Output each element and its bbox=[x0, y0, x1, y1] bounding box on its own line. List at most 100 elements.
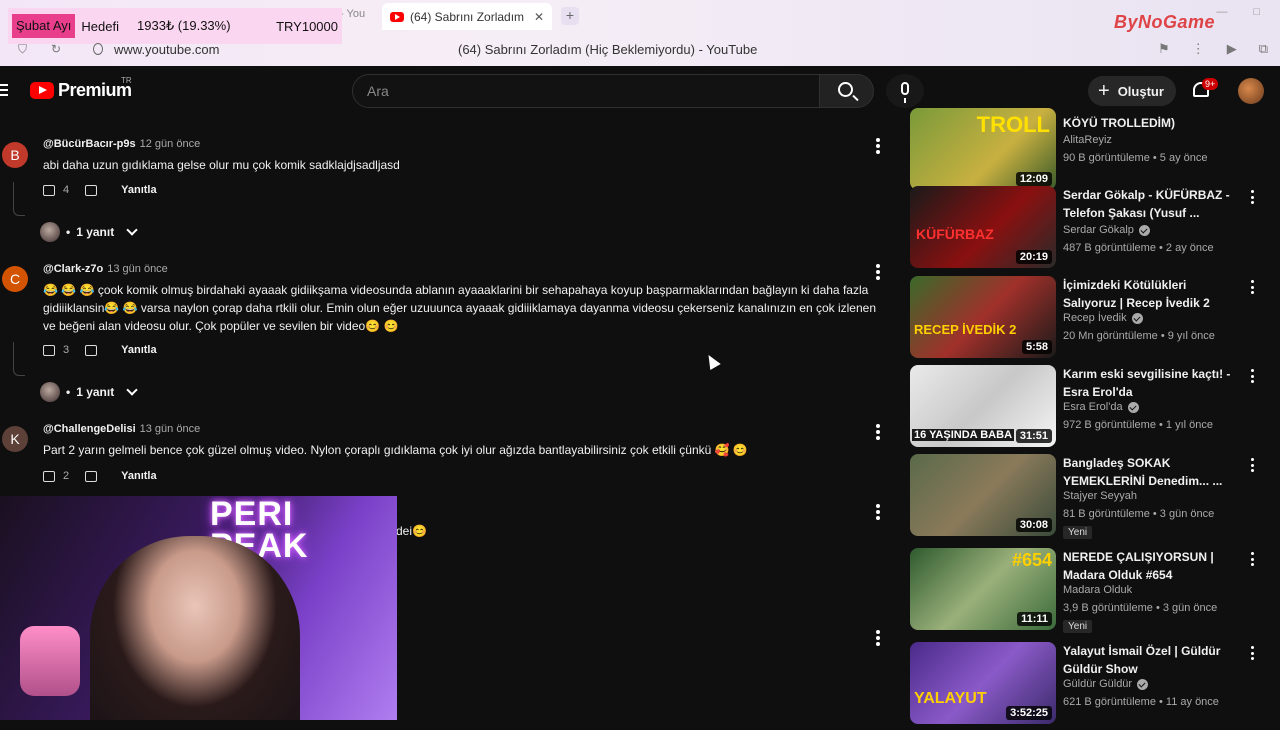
video-menu-icon[interactable] bbox=[1251, 458, 1255, 472]
tab-close-icon[interactable]: ✕ bbox=[534, 10, 544, 24]
reply-button[interactable]: Yanıtla bbox=[121, 470, 156, 482]
create-button[interactable]: + Oluştur bbox=[1088, 76, 1176, 106]
verified-icon bbox=[1127, 401, 1139, 413]
replies-count: 1 yanıt bbox=[76, 225, 115, 239]
comment-avatar[interactable]: K bbox=[2, 426, 28, 452]
comment-menu-icon[interactable] bbox=[876, 264, 880, 280]
video-title[interactable]: KÖYÜ TROLLEDİM) bbox=[1063, 114, 1243, 132]
author-name: @ChallengeDelisi bbox=[43, 423, 136, 435]
video-thumbnail[interactable]: YALAYUT 3:52:25 bbox=[910, 642, 1056, 724]
thumbnail-label: #654 bbox=[1011, 550, 1052, 570]
goal-target: TRY10000 bbox=[276, 18, 338, 34]
comment-menu-icon[interactable] bbox=[876, 424, 880, 440]
video-thumbnail[interactable]: #654 11:11 bbox=[910, 548, 1056, 630]
minimize-icon[interactable]: — bbox=[1216, 6, 1227, 18]
thumbnail-label: 16 YAŞINDA BABA bbox=[912, 429, 1015, 441]
comment-time: 13 gün önce bbox=[139, 423, 201, 435]
goal-progress: 1933₺ (19.33%) bbox=[137, 18, 231, 33]
video-duration: 11:11 bbox=[1017, 612, 1052, 626]
video-title[interactable]: Serdar Gökalp - KÜFÜRBAZ - Telefon Şakas… bbox=[1063, 186, 1243, 222]
video-item[interactable]: 16 YAŞINDA BABA 31:51 Karım eski sevgili… bbox=[910, 365, 1280, 453]
comment-author[interactable]: @BücürBacır-p9s 12 gün önce bbox=[43, 138, 200, 150]
streamer-figure bbox=[90, 536, 300, 720]
video-menu-icon[interactable] bbox=[1251, 552, 1255, 566]
menu-dots-icon[interactable]: ⋮ bbox=[1192, 41, 1205, 57]
like-icon[interactable] bbox=[43, 470, 55, 482]
video-thumbnail[interactable]: TROLL 12:09 bbox=[910, 108, 1056, 190]
notifications-button[interactable]: 9+ bbox=[1190, 78, 1219, 102]
search-button[interactable] bbox=[819, 74, 874, 108]
chevron-down-icon bbox=[126, 224, 138, 236]
new-badge: Yeni bbox=[1063, 620, 1093, 633]
voice-search-button[interactable] bbox=[886, 74, 924, 108]
comment-menu-icon[interactable] bbox=[876, 138, 880, 154]
video-item[interactable]: TROLL 12:09 KÖYÜ TROLLEDİM) AlitaReyiz 9… bbox=[910, 108, 1280, 196]
menu-icon[interactable] bbox=[0, 84, 8, 96]
comment-menu-icon[interactable] bbox=[876, 630, 880, 646]
comment-author[interactable]: @ChallengeDelisi 13 gün önce bbox=[43, 423, 200, 435]
new-tab-button[interactable]: + bbox=[561, 7, 579, 25]
replies-dot: • bbox=[66, 225, 71, 239]
reload-icon[interactable]: ↻ bbox=[51, 42, 61, 57]
video-thumbnail[interactable]: RECEP İVEDİK 2 5:58 bbox=[910, 276, 1056, 358]
replies-toggle[interactable]: • 1 yanıt bbox=[40, 382, 138, 402]
replies-toggle[interactable]: • 1 yanıt bbox=[40, 222, 138, 242]
video-item[interactable]: RECEP İVEDİK 2 5:58 İçimizdeki Kötülükle… bbox=[910, 276, 1280, 364]
microphone-icon bbox=[901, 82, 909, 103]
video-channel[interactable]: Güldür Güldür bbox=[1063, 678, 1149, 690]
window-controls: — □ bbox=[1216, 6, 1260, 18]
video-menu-icon[interactable] bbox=[1251, 280, 1255, 294]
bookmark-icon[interactable]: ⚑ bbox=[1158, 41, 1170, 57]
reply-button[interactable]: Yanıtla bbox=[121, 184, 156, 196]
channel-name: Stajyer Seyyah bbox=[1063, 490, 1137, 502]
video-channel[interactable]: Stajyer Seyyah bbox=[1063, 490, 1137, 502]
video-title[interactable]: İçimizdeki Kötülükleri Salıyoruz | Recep… bbox=[1063, 276, 1243, 312]
like-icon[interactable] bbox=[43, 344, 55, 356]
video-item[interactable]: 30:08 Bangladeş SOKAK YEMEKLERİNİ Denedi… bbox=[910, 454, 1280, 542]
search-input[interactable] bbox=[353, 75, 819, 107]
search-box bbox=[352, 74, 820, 108]
shield-icon[interactable]: ⛉ bbox=[18, 42, 27, 57]
video-channel[interactable]: Madara Olduk bbox=[1063, 584, 1132, 596]
video-menu-icon[interactable] bbox=[1251, 646, 1255, 660]
youtube-logo[interactable]: Premium bbox=[30, 80, 132, 101]
tab-previous[interactable]: - You bbox=[340, 8, 365, 20]
video-menu-icon[interactable] bbox=[1251, 369, 1255, 383]
dislike-icon[interactable] bbox=[85, 470, 98, 482]
maximize-icon[interactable]: □ bbox=[1253, 6, 1260, 18]
dislike-icon[interactable] bbox=[85, 184, 98, 196]
url-field[interactable]: www.youtube.com bbox=[114, 42, 220, 57]
sidebar-icon[interactable]: ⧉ bbox=[1259, 41, 1268, 57]
address-actions: ⚑ ⋮ ▶ ⧉ bbox=[1158, 41, 1268, 57]
search-icon bbox=[838, 82, 853, 97]
video-item[interactable]: #654 11:11 NEREDE ÇALIŞIYORSUN | Madara … bbox=[910, 548, 1280, 636]
comment-author[interactable]: @Clark-z7o 13 gün önce bbox=[43, 263, 168, 275]
video-channel[interactable]: AlitaReyiz bbox=[1063, 134, 1112, 146]
like-icon[interactable] bbox=[43, 184, 55, 196]
comment-menu-icon[interactable] bbox=[876, 504, 880, 520]
account-avatar[interactable] bbox=[1238, 78, 1264, 104]
video-title[interactable]: NEREDE ÇALIŞIYORSUN | Madara Olduk #654 bbox=[1063, 548, 1243, 584]
recommended-videos: TROLL 12:09 KÖYÜ TROLLEDİM) AlitaReyiz 9… bbox=[910, 108, 1280, 724]
video-item[interactable]: YALAYUT 3:52:25 Yalayut İsmail Özel | Gü… bbox=[910, 642, 1280, 730]
video-channel[interactable]: Serdar Gökalp bbox=[1063, 224, 1150, 236]
video-channel[interactable]: Esra Erol'da bbox=[1063, 401, 1139, 413]
reply-button[interactable]: Yanıtla bbox=[121, 344, 156, 356]
goal-text: Hedefi bbox=[81, 18, 119, 34]
video-item[interactable]: KÜFÜRBAZ 20:19 Serdar Gökalp - KÜFÜRBAZ … bbox=[910, 186, 1280, 274]
video-thumbnail[interactable]: 16 YAŞINDA BABA 31:51 bbox=[910, 365, 1056, 447]
video-title[interactable]: Bangladeş SOKAK YEMEKLERİNİ Denedim... .… bbox=[1063, 454, 1243, 490]
dislike-icon[interactable] bbox=[85, 344, 98, 356]
video-title[interactable]: Yalayut İsmail Özel | Güldür Güldür Show bbox=[1063, 642, 1243, 678]
comment-avatar[interactable]: B bbox=[2, 142, 28, 168]
video-title[interactable]: Karım eski sevgilisine kaçtı! - Esra Ero… bbox=[1063, 365, 1243, 401]
video-channel[interactable]: Recep İvedik bbox=[1063, 312, 1143, 324]
tab-active[interactable]: (64) Sabrını Zorladım (H ✕ bbox=[382, 3, 552, 30]
video-thumbnail[interactable]: KÜFÜRBAZ 20:19 bbox=[910, 186, 1056, 268]
site-info-icon[interactable] bbox=[93, 43, 103, 55]
player-icon[interactable]: ▶ bbox=[1227, 41, 1237, 57]
video-thumbnail[interactable]: 30:08 bbox=[910, 454, 1056, 536]
comment-avatar[interactable]: C bbox=[2, 266, 28, 292]
youtube-play-icon bbox=[30, 82, 54, 99]
video-menu-icon[interactable] bbox=[1251, 190, 1255, 204]
